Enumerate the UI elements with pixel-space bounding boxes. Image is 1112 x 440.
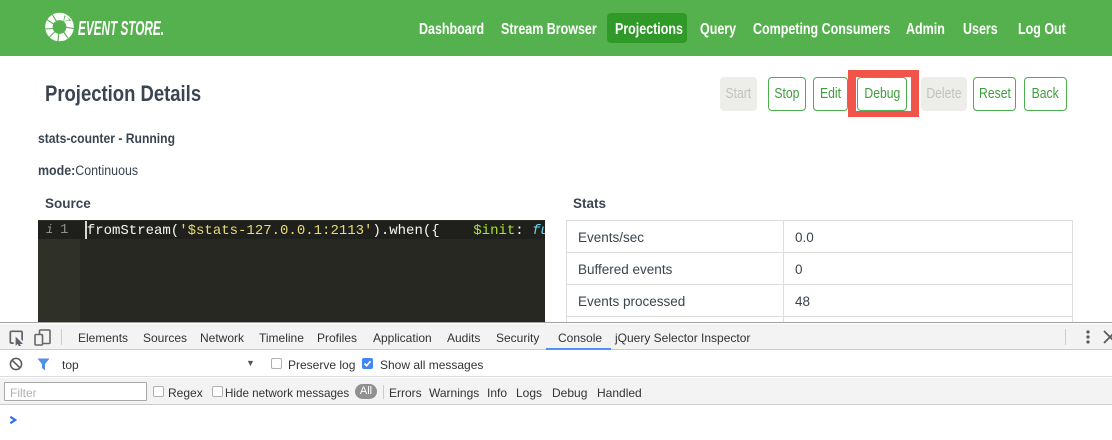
- svg-text:EVENT STORE.: EVENT STORE.: [78, 17, 164, 40]
